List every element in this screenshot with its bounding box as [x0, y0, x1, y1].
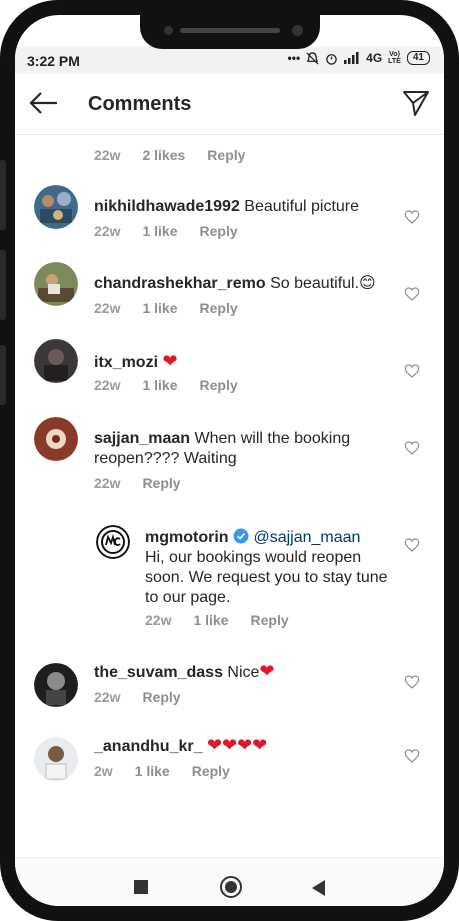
comments-list: 22w 2 likes Reply nikhildhawade1992 Beau…: [15, 135, 444, 855]
comment-time: 22w: [94, 475, 121, 491]
page-title: Comments: [88, 93, 192, 115]
volume-button: [0, 250, 6, 320]
comment-text: nikhildhawade1992 Beautiful picture: [94, 197, 394, 217]
more-dots-icon: •••: [287, 51, 301, 65]
avatar[interactable]: [34, 417, 78, 461]
status-icons: ••• 4G Vo) LTE 41: [288, 51, 430, 65]
heart-icon[interactable]: [404, 363, 420, 379]
comment-meta: 22w Reply: [94, 689, 181, 705]
comment-meta: 22w 1 like Reply: [145, 612, 289, 628]
heart-icon[interactable]: [404, 286, 420, 302]
reply-button[interactable]: Reply: [200, 377, 238, 393]
avatar[interactable]: [34, 737, 78, 781]
comment-text: sajjan_maan When will the booking reopen…: [94, 429, 384, 469]
like-count[interactable]: 1 like: [142, 300, 177, 316]
comment-body: Beautiful picture: [239, 198, 360, 215]
verified-badge-icon: [233, 528, 249, 544]
battery-indicator: 41: [406, 51, 430, 65]
comment-time: 22w: [94, 147, 121, 163]
avatar[interactable]: [96, 525, 130, 559]
avatar[interactable]: [34, 663, 78, 707]
reply-button[interactable]: Reply: [192, 763, 230, 779]
comment-text: itx_mozi ❤: [94, 351, 394, 373]
comment-username[interactable]: the_suvam_dass: [94, 664, 223, 681]
alarm-icon: [326, 53, 337, 65]
like-count[interactable]: 2 likes: [142, 147, 185, 163]
comment-body: So beautiful.: [265, 275, 360, 292]
camera-icon: [292, 25, 303, 36]
comment-text: the_suvam_dass Nice❤: [94, 661, 394, 683]
like-count[interactable]: 1 like: [142, 223, 177, 239]
header: Comments: [15, 73, 444, 135]
screen: 3:22 PM ••• 4G Vo) LTE 41 Comments 22w 2…: [15, 15, 444, 906]
status-bar: 3:22 PM ••• 4G Vo) LTE 41: [15, 47, 444, 73]
network-type: 4G: [366, 51, 383, 65]
avatar[interactable]: [34, 185, 78, 229]
comment-text: _anandhu_kr_ ❤❤❤❤: [94, 735, 394, 757]
avatar[interactable]: [34, 339, 78, 383]
phone-frame: 3:22 PM ••• 4G Vo) LTE 41 Comments 22w 2…: [0, 0, 459, 921]
sensor-icon: [164, 26, 173, 35]
mention-link[interactable]: @sajjan_maan: [253, 529, 360, 546]
comment-body: Hi, our bookings would reopen soon. We r…: [145, 549, 388, 606]
comment-meta: 22w 1 like Reply: [94, 223, 238, 239]
comment-username[interactable]: mgmotorin: [145, 529, 229, 546]
reply-button[interactable]: Reply: [142, 475, 180, 491]
recents-icon[interactable]: [134, 880, 148, 894]
heart-icon[interactable]: [404, 209, 420, 225]
system-nav-bar: [15, 857, 444, 906]
comment-meta: 22w 1 like Reply: [94, 300, 238, 316]
comment-username[interactable]: nikhildhawade1992: [94, 198, 240, 215]
comment-time: 22w: [94, 300, 121, 316]
arrow-left-icon[interactable]: [29, 91, 59, 115]
comment-body: Nice: [222, 664, 260, 681]
home-icon[interactable]: [220, 876, 242, 898]
paper-plane-icon[interactable]: [402, 89, 430, 117]
comment-meta: 2w 1 like Reply: [94, 763, 230, 779]
heart-icon[interactable]: [404, 537, 420, 553]
comment-username[interactable]: chandrashekhar_remo: [94, 275, 266, 292]
like-count[interactable]: 1 like: [135, 763, 170, 779]
power-button: [0, 345, 6, 405]
like-count[interactable]: 1 like: [142, 377, 177, 393]
lte-indicator: Vo) LTE: [388, 51, 401, 65]
lte-bottom: LTE: [388, 58, 401, 65]
reply-button[interactable]: Reply: [207, 147, 245, 163]
comment-username[interactable]: _anandhu_kr_: [94, 738, 202, 755]
comment-username[interactable]: sajjan_maan: [94, 430, 190, 447]
comment-time: 22w: [145, 612, 172, 628]
red-heart-emoji: ❤❤❤❤: [206, 735, 268, 755]
reply-button[interactable]: Reply: [200, 300, 238, 316]
comment-username[interactable]: itx_mozi: [94, 354, 158, 371]
red-heart-emoji: ❤: [259, 661, 275, 681]
comment-text: mgmotorin @sajjan_maan Hi, our bookings …: [145, 528, 390, 608]
reply-button[interactable]: Reply: [142, 689, 180, 705]
back-triangle-icon[interactable]: [312, 880, 325, 896]
mute-bell-icon: [306, 51, 319, 65]
comment-meta: 22w Reply: [94, 475, 181, 491]
signal-icon: [344, 52, 359, 64]
smile-emoji: 😊: [359, 275, 376, 292]
reply-button[interactable]: Reply: [251, 612, 289, 628]
reply-button[interactable]: Reply: [200, 223, 238, 239]
comment-meta: 22w 2 likes Reply: [94, 147, 245, 163]
avatar[interactable]: [34, 262, 78, 306]
comment-time: 22w: [94, 223, 121, 239]
volume-button: [0, 160, 6, 230]
red-heart-emoji: ❤: [162, 351, 178, 371]
comment-time: 22w: [94, 377, 121, 393]
speaker-grille: [180, 28, 280, 33]
notch: [140, 15, 320, 49]
heart-icon[interactable]: [404, 674, 420, 690]
status-time: 3:22 PM: [27, 53, 80, 69]
comment-time: 2w: [94, 763, 113, 779]
comment-text: chandrashekhar_remo So beautiful.😊: [94, 274, 414, 294]
comment-time: 22w: [94, 689, 121, 705]
heart-icon[interactable]: [404, 440, 420, 456]
heart-icon[interactable]: [404, 748, 420, 764]
lte-top: Vo): [389, 51, 400, 58]
comment-meta: 22w 1 like Reply: [94, 377, 238, 393]
like-count[interactable]: 1 like: [193, 612, 228, 628]
